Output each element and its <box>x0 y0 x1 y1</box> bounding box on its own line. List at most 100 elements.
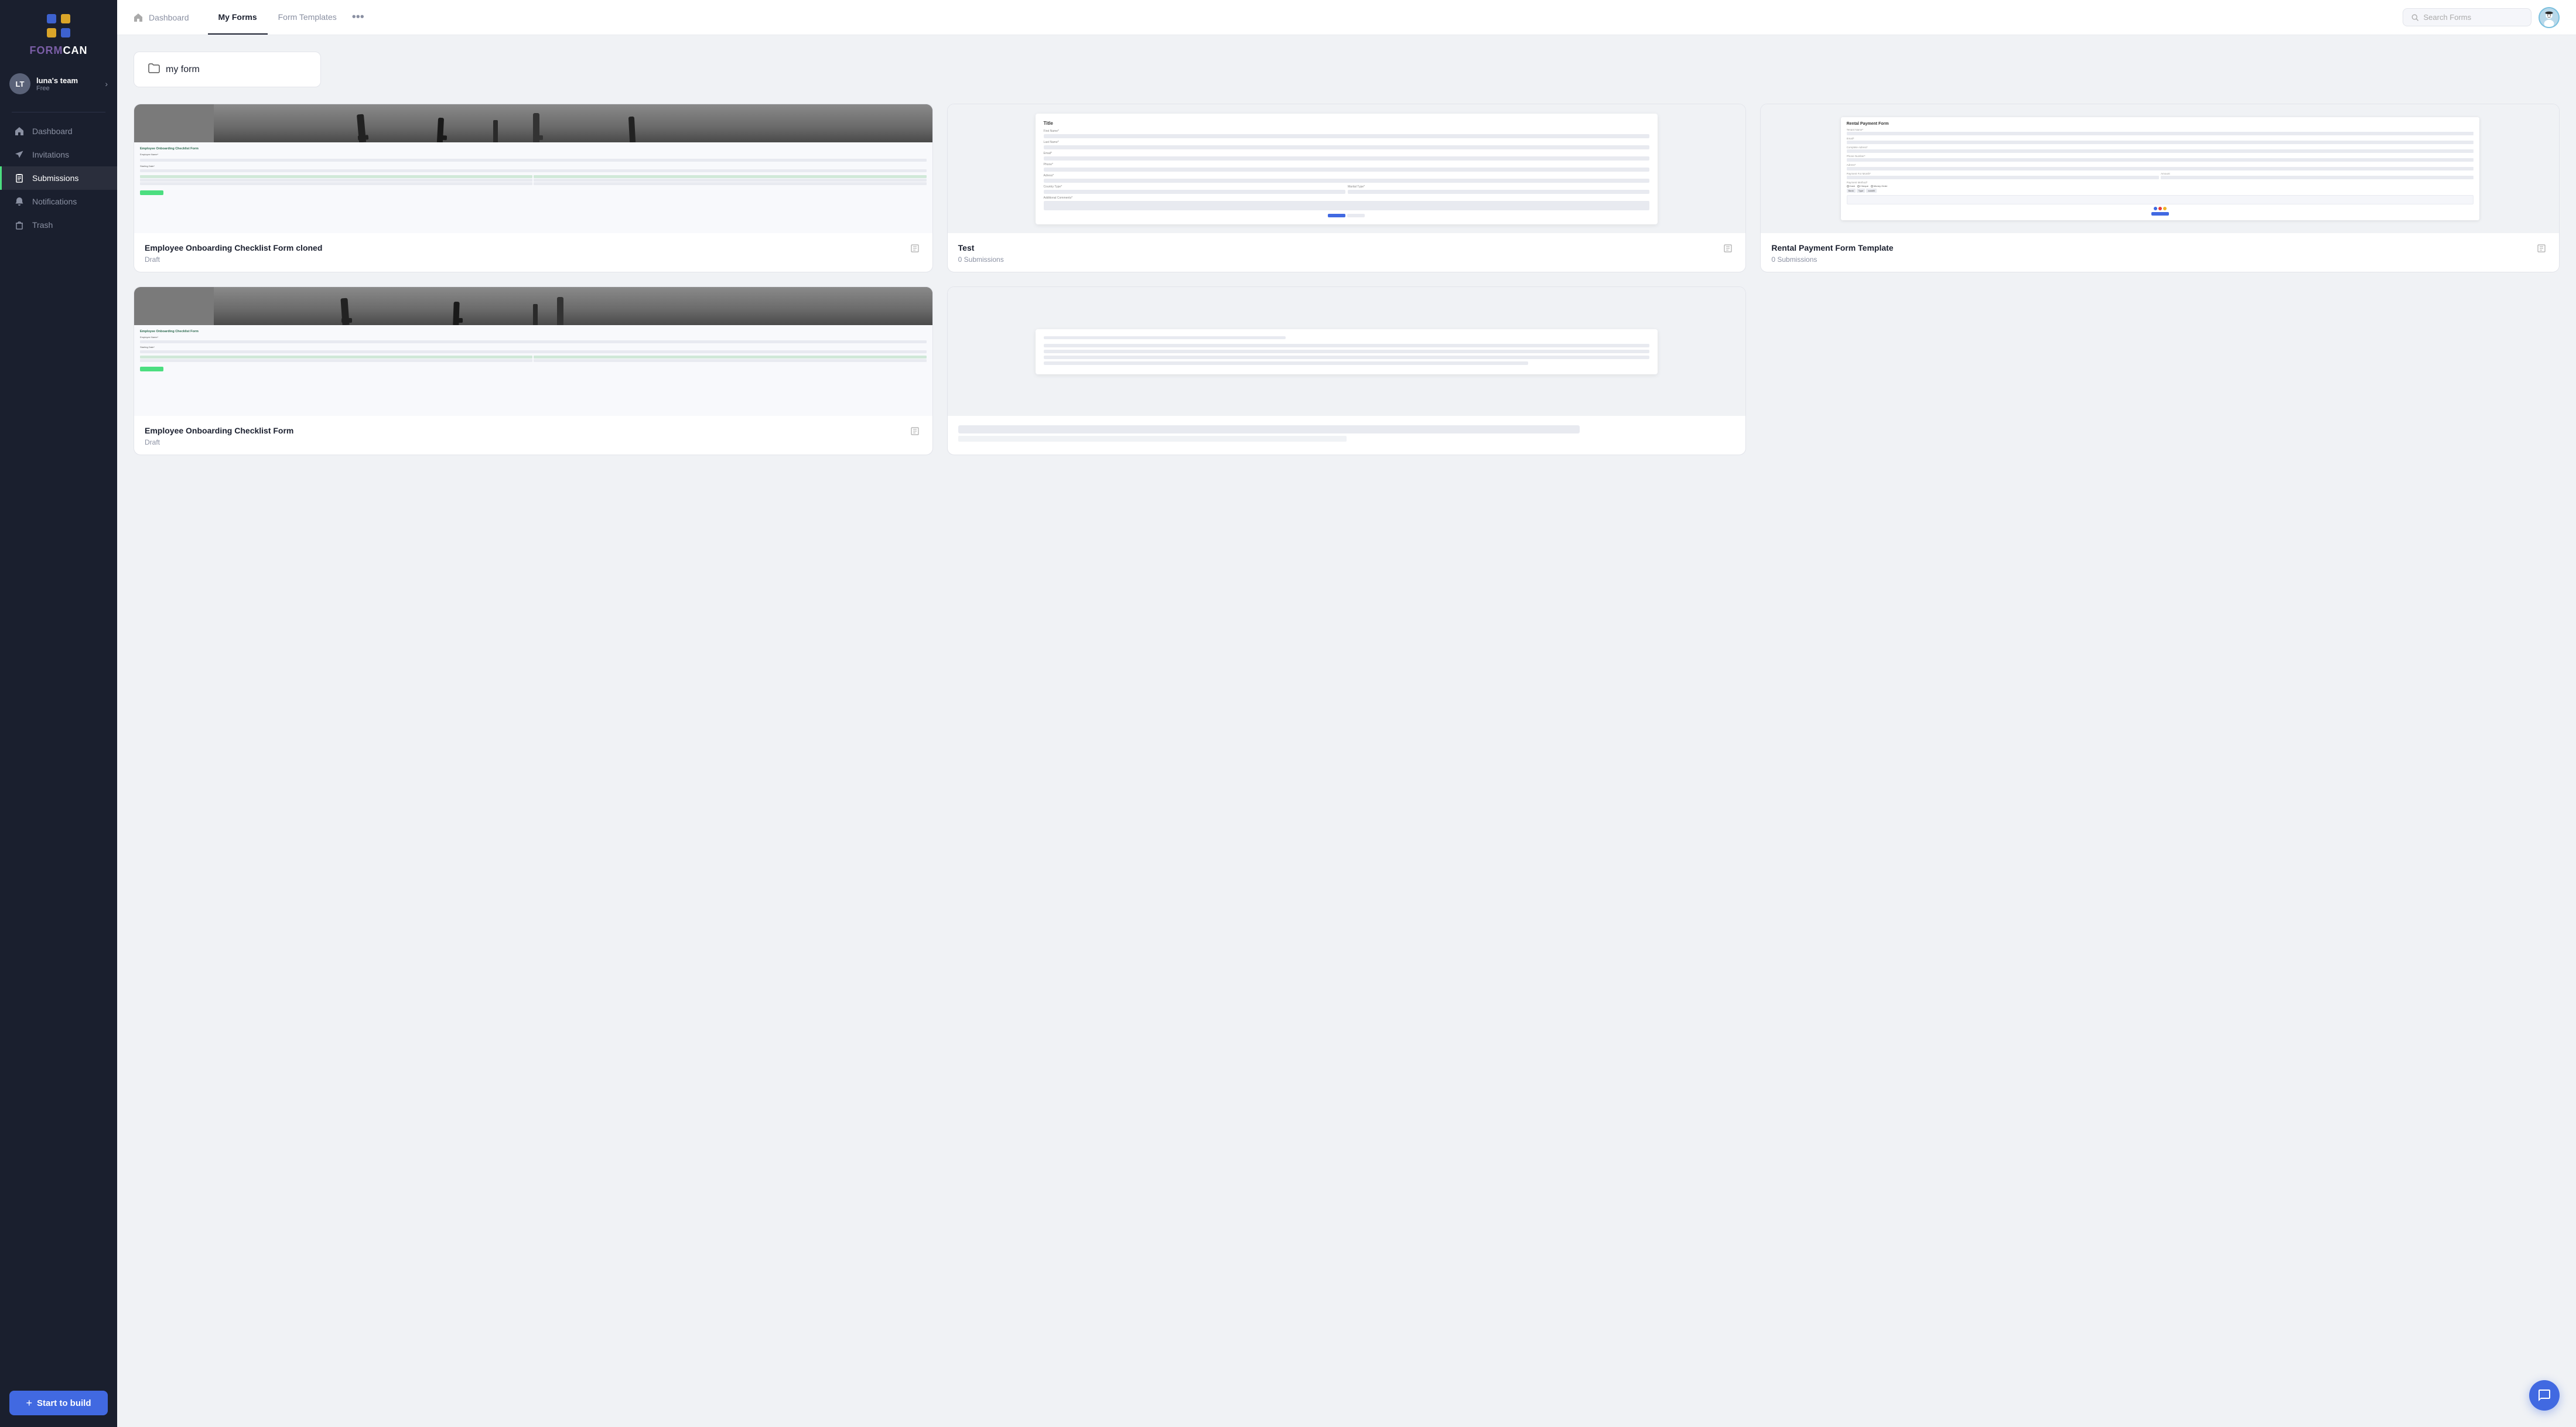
sidebar-item-dashboard[interactable]: Dashboard <box>0 120 117 143</box>
tab-my-forms-label: My Forms <box>218 12 257 22</box>
topnav-dashboard-label: Dashboard <box>149 13 189 22</box>
plus-icon: + <box>26 1398 32 1408</box>
form-card-test[interactable]: Title First Name* Last Name* Email* Phon… <box>947 104 1747 272</box>
top-navigation: Dashboard My Forms Form Templates ••• <box>117 0 2576 35</box>
clipboard-icon <box>13 172 25 184</box>
form-action-icon-1 <box>910 244 920 253</box>
sidebar-item-label-notifications: Notifications <box>32 197 77 206</box>
sidebar-item-notifications[interactable]: Notifications <box>0 190 117 213</box>
form-card-rental[interactable]: Rental Payment Form Tenant Name* Email* … <box>1760 104 2560 272</box>
main-area: Dashboard My Forms Form Templates ••• <box>117 0 2576 1427</box>
team-info: luna's team Free <box>36 76 105 92</box>
form-card-preview-5 <box>948 287 1746 416</box>
chat-icon <box>2537 1388 2551 1402</box>
form-card-text-5 <box>958 425 1735 442</box>
form-card-employee-onboarding[interactable]: Employee Onboarding Checklist Form Emplo… <box>134 104 933 272</box>
sidebar-item-invitations[interactable]: Invitations <box>0 143 117 166</box>
search-icon <box>2411 13 2418 22</box>
form-card-text-4: Employee Onboarding Checklist Form Draft <box>145 425 908 446</box>
sidebar: FORMCAN LT luna's team Free › Dashboard … <box>0 0 117 1427</box>
form-card-info-5 <box>948 416 1746 450</box>
folder-icon <box>148 63 160 76</box>
search-input[interactable] <box>2423 13 2523 22</box>
form-card-sub-1: Draft <box>145 255 908 264</box>
form-card-info-1: Employee Onboarding Checklist Form clone… <box>134 233 932 272</box>
form-card-text-2: Test 0 Submissions <box>958 243 1721 264</box>
form-card-info-4: Employee Onboarding Checklist Form Draft <box>134 416 932 455</box>
team-name: luna's team <box>36 76 105 85</box>
sidebar-item-label-dashboard: Dashboard <box>32 127 73 136</box>
photo-sim-2 <box>134 287 932 325</box>
user-avatar[interactable] <box>2539 7 2560 28</box>
form-card-preview-1: Employee Onboarding Checklist Form Emplo… <box>134 104 932 233</box>
form-card-action-2[interactable] <box>1721 243 1735 257</box>
forms-grid: Employee Onboarding Checklist Form Emplo… <box>134 104 2560 455</box>
sidebar-item-label-invitations: Invitations <box>32 150 69 159</box>
form-card-action-1[interactable] <box>908 243 922 257</box>
topnav-dashboard-link[interactable]: Dashboard <box>134 13 189 22</box>
form-card-preview-2: Title First Name* Last Name* Email* Phon… <box>948 104 1746 233</box>
send-icon <box>13 149 25 161</box>
mini-form-5 <box>1036 329 1658 374</box>
more-options-button[interactable]: ••• <box>347 6 369 29</box>
form-card-info-2: Test 0 Submissions <box>948 233 1746 272</box>
mini-form-test: Title First Name* Last Name* Email* Phon… <box>1036 114 1658 224</box>
ellipsis-icon: ••• <box>352 11 364 24</box>
form-card-action-4[interactable] <box>908 425 922 440</box>
search-box[interactable] <box>2403 8 2531 26</box>
topnav-right <box>2403 7 2560 28</box>
tab-my-forms[interactable]: My Forms <box>208 1 268 35</box>
chat-button[interactable] <box>2529 1380 2560 1411</box>
form-card-info-3: Rental Payment Form Template 0 Submissio… <box>1761 233 2559 272</box>
rental-form-preview: Rental Payment Form Tenant Name* Email* … <box>1841 117 2479 220</box>
sidebar-item-trash[interactable]: Trash <box>0 213 117 237</box>
sidebar-item-submissions[interactable]: Submissions <box>0 166 117 190</box>
sidebar-item-label-trash: Trash <box>32 220 53 230</box>
form-card-title-2: Test <box>958 243 1721 253</box>
form-card-action-3[interactable] <box>2534 243 2548 257</box>
form-card-sub-5 <box>958 436 1347 442</box>
sidebar-nav: Dashboard Invitations Submissions Notifi… <box>0 120 117 237</box>
onboarding-preview-1: Employee Onboarding Checklist Form Emplo… <box>134 104 932 233</box>
trash-icon <box>13 219 25 231</box>
form-card-title-3: Rental Payment Form Template <box>1771 243 2534 253</box>
form-action-icon-2 <box>1723 244 1733 253</box>
folder-card-my-form[interactable]: my form <box>134 52 321 87</box>
photo-sim-1 <box>134 104 932 142</box>
logo-can: CAN <box>63 45 88 56</box>
logo-area: FORMCAN <box>30 12 88 57</box>
team-row[interactable]: LT luna's team Free › <box>0 67 117 100</box>
logo-form: FORM <box>30 45 63 56</box>
form-card-title-4: Employee Onboarding Checklist Form <box>145 425 908 436</box>
content-area: my form <box>117 35 2576 1427</box>
form-card-sub-2: 0 Submissions <box>958 255 1721 264</box>
form-card-title-1: Employee Onboarding Checklist Form clone… <box>145 243 908 253</box>
tab-form-templates[interactable]: Form Templates <box>268 1 347 35</box>
folder-label: my form <box>166 64 200 75</box>
form-card-title-5 <box>958 425 1580 433</box>
form-card-preview-4: Employee Onboarding Checklist Form Emplo… <box>134 287 932 416</box>
chevron-right-icon: › <box>105 79 108 88</box>
form-card-text-1: Employee Onboarding Checklist Form clone… <box>145 243 908 264</box>
tab-form-templates-label: Form Templates <box>278 12 337 22</box>
form-card-employee-onboarding-2[interactable]: Employee Onboarding Checklist Form Emplo… <box>134 286 933 455</box>
team-avatar: LT <box>9 73 30 94</box>
form-card-sub-4: Draft <box>145 438 908 446</box>
sidebar-bottom: + Start to build <box>0 1391 117 1415</box>
start-build-button[interactable]: + Start to build <box>9 1391 108 1415</box>
logo-icon <box>45 12 73 40</box>
dashboard-home-icon <box>134 13 143 22</box>
home-icon <box>13 125 25 137</box>
form-action-icon-3 <box>2537 244 2546 253</box>
form-card-preview-3: Rental Payment Form Tenant Name* Email* … <box>1761 104 2559 233</box>
topnav-tabs: My Forms Form Templates ••• <box>208 1 2403 35</box>
onboarding-form-content-2: Employee Onboarding Checklist Form Emplo… <box>134 325 932 416</box>
form-card-text-3: Rental Payment Form Template 0 Submissio… <box>1771 243 2534 264</box>
form-card-5[interactable] <box>947 286 1747 455</box>
onboarding-preview-2: Employee Onboarding Checklist Form Emplo… <box>134 287 932 416</box>
logo-text: FORMCAN <box>30 45 88 57</box>
form-action-icon-4 <box>910 426 920 436</box>
avatar-image <box>2540 8 2558 28</box>
team-plan: Free <box>36 85 105 92</box>
form-card-sub-3: 0 Submissions <box>1771 255 2534 264</box>
